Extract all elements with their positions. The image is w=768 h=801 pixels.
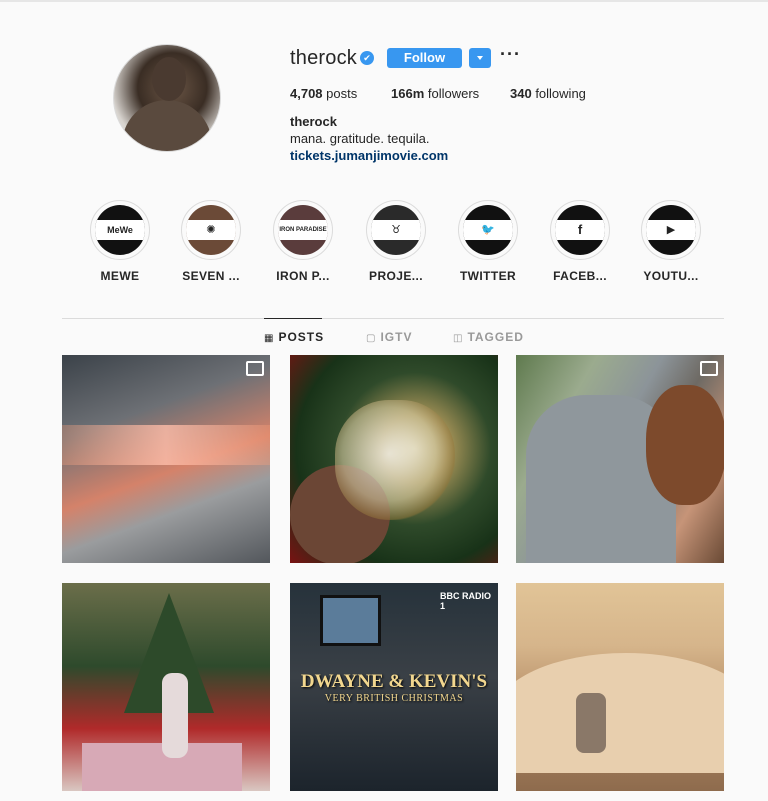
posts-count-label: posts — [322, 86, 358, 101]
highlight-facebook[interactable]: f FACEB... — [530, 200, 630, 283]
post-image-detail — [62, 425, 270, 465]
highlight-ring: f — [550, 200, 610, 260]
post-thumbnail-bottling-line[interactable] — [62, 355, 270, 563]
highlight-band-text: f — [555, 220, 605, 240]
facebook-icon: f — [555, 205, 605, 255]
tab-label: IGTV — [380, 330, 413, 344]
post-thumbnail-desert-dunes[interactable] — [516, 583, 724, 791]
highlight-seven-bucks[interactable]: ✺ SEVEN ... — [161, 200, 261, 283]
avatar-figure-head — [152, 57, 186, 101]
profile-full-name: therock — [290, 114, 337, 129]
highlight-ring: ▶ — [641, 200, 701, 260]
following-count-label: following — [531, 86, 586, 101]
tag-icon: ◫ — [453, 333, 464, 344]
highlight-ring: 🐦 — [458, 200, 518, 260]
iron-paradise-logo-icon: IRON PARADISE — [278, 205, 328, 255]
twitter-icon: 🐦 — [463, 205, 513, 255]
more-options-button[interactable]: ··· — [500, 44, 521, 65]
seven-bucks-logo-icon: ✺ — [186, 205, 236, 255]
post-thumbnail-christmas-tree[interactable] — [62, 583, 270, 791]
igtv-badge-icon — [700, 361, 718, 376]
post-image-detail — [335, 400, 455, 520]
highlight-band-text: MeWe — [95, 220, 145, 240]
tab-posts[interactable]: ▦ POSTS — [264, 330, 324, 344]
igtv-icon: ▢ — [366, 333, 377, 344]
profile-username: therock — [290, 47, 357, 69]
highlight-band-text: IRON PARADISE — [278, 220, 328, 240]
suggested-dropdown-button[interactable] — [469, 48, 491, 68]
highlight-label: PROJE... — [369, 269, 423, 283]
tab-label: POSTS — [278, 330, 325, 344]
followers-link[interactable]: 166m followers — [391, 86, 479, 101]
igtv-badge-icon — [246, 361, 264, 376]
highlight-label: SEVEN ... — [182, 269, 240, 283]
highlight-ring: IRON PARADISE — [273, 200, 333, 260]
avatar-figure-body — [122, 100, 212, 151]
highlight-twitter[interactable]: 🐦 TWITTER — [438, 200, 538, 283]
post-thumbnail-bbc-radio[interactable]: BBC RADIO 1 DWAYNE & KEVIN'S VERY BRITIS… — [290, 583, 498, 791]
post-image-detail — [516, 653, 724, 773]
followers-count-value: 166m — [391, 86, 425, 101]
profile-website-link[interactable]: tickets.jumanjimovie.com — [290, 148, 448, 163]
tab-tagged[interactable]: ◫ TAGGED — [453, 330, 524, 344]
verified-badge-icon: ✔ — [360, 51, 374, 65]
post-image-detail — [320, 595, 381, 646]
highlight-label: MEWE — [100, 269, 140, 283]
highlight-ring: MeWe — [90, 200, 150, 260]
post-thumbnail-embrace[interactable] — [516, 355, 724, 563]
active-tab-indicator — [264, 318, 322, 319]
highlight-label: TWITTER — [459, 269, 517, 283]
youtube-icon: ▶ — [646, 205, 696, 255]
grid-icon: ▦ — [264, 333, 275, 344]
post-image-detail — [162, 673, 188, 758]
post-overlay-subtitle: VERY BRITISH CHRISTMAS — [324, 693, 464, 704]
highlight-label: YOUTU... — [643, 269, 699, 283]
mewe-logo-icon: MeWe — [95, 205, 145, 255]
bbc-radio-1-logo: BBC RADIO 1 — [440, 591, 491, 611]
post-image-detail — [576, 693, 606, 753]
following-count-value: 340 — [510, 86, 532, 101]
posts-count: 4,708 posts — [290, 86, 357, 101]
highlight-mewe[interactable]: MeWe MEWE — [70, 200, 170, 283]
highlight-label: IRON P... — [276, 269, 330, 283]
post-image-detail — [646, 385, 724, 505]
posts-count-value: 4,708 — [290, 86, 323, 101]
highlight-youtube[interactable]: ▶ YOUTU... — [621, 200, 721, 283]
highlight-iron-paradise[interactable]: IRON PARADISE IRON P... — [253, 200, 353, 283]
highlight-band-text: ♉ — [371, 220, 421, 240]
highlight-band-text: ✺ — [186, 220, 236, 240]
tab-igtv[interactable]: ▢ IGTV — [366, 330, 412, 344]
highlight-project-rock[interactable]: ♉ PROJE... — [346, 200, 446, 283]
project-rock-bull-icon: ♉ — [371, 205, 421, 255]
follow-button[interactable]: Follow — [387, 48, 462, 68]
profile-bio: mana. gratitude. tequila. — [290, 131, 430, 146]
profile-avatar[interactable] — [113, 44, 221, 152]
post-overlay-title: DWAYNE & KEVIN'S — [300, 671, 488, 692]
highlight-band-text: ▶ — [646, 220, 696, 240]
tabs-divider — [62, 318, 724, 319]
followers-count-label: followers — [424, 86, 480, 101]
tab-label: TAGGED — [467, 330, 524, 344]
post-thumbnail-tequila-glass[interactable] — [290, 355, 498, 563]
highlight-ring: ♉ — [366, 200, 426, 260]
highlight-ring: ✺ — [181, 200, 241, 260]
highlight-label: FACEB... — [553, 269, 607, 283]
top-border — [0, 0, 768, 2]
highlight-band-text: 🐦 — [463, 220, 513, 240]
following-link[interactable]: 340 following — [510, 86, 586, 101]
